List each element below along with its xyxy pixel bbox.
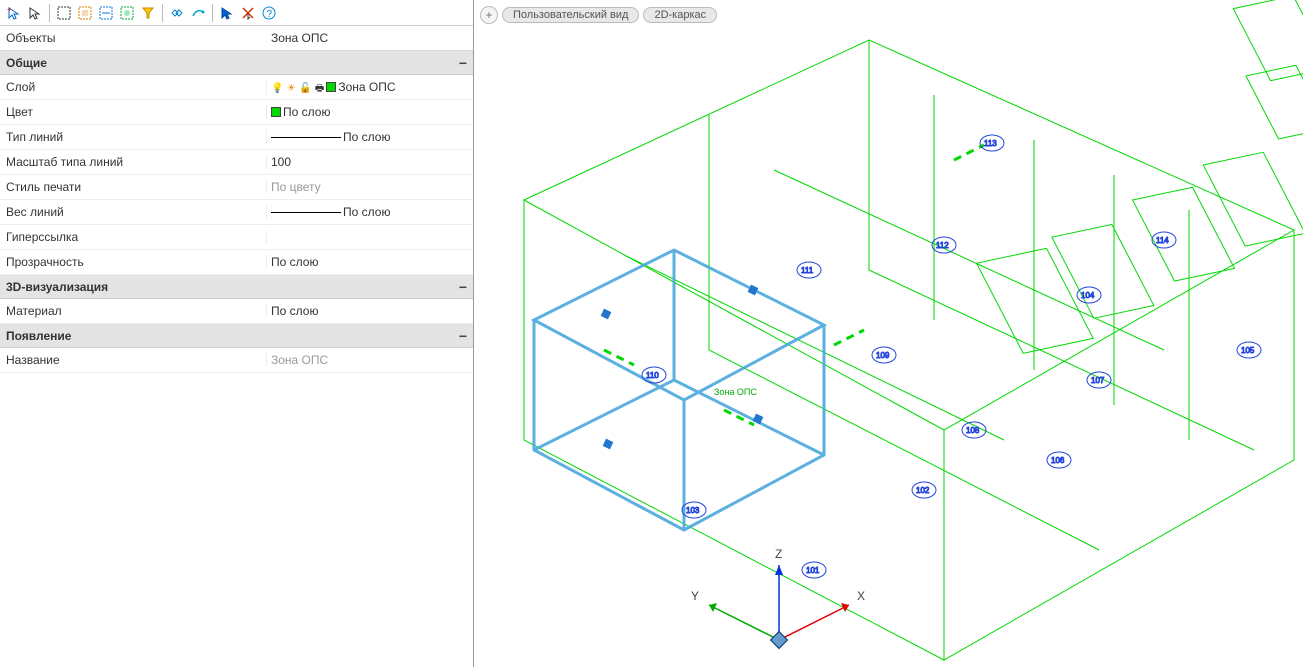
svg-text:112: 112 — [936, 241, 949, 250]
lineweight-text: По слою — [343, 205, 390, 219]
transparency-value[interactable]: По слою — [267, 255, 473, 269]
view-tabs: + Пользовательский вид 2D-каркас — [480, 6, 717, 24]
section-appearance[interactable]: Появление − — [0, 324, 473, 348]
material-label: Материал — [0, 304, 267, 318]
svg-text:113: 113 — [984, 139, 997, 148]
color-label: Цвет — [0, 105, 267, 119]
axis-gizmo: X Y Z — [691, 547, 865, 648]
color-value[interactable]: По слою — [267, 105, 473, 119]
arrow-select-icon[interactable] — [217, 3, 237, 23]
filter-icon[interactable] — [138, 3, 158, 23]
linetype-value[interactable]: По слою — [267, 130, 473, 144]
marquee3-icon[interactable] — [96, 3, 116, 23]
help-icon[interactable]: ? — [259, 3, 279, 23]
selection-toolbar: + ? — [0, 0, 473, 26]
svg-text:Y: Y — [691, 589, 699, 603]
section-viz3d[interactable]: 3D-визуализация − — [0, 275, 473, 299]
objects-value[interactable]: Зона ОПС — [267, 31, 473, 45]
separator — [212, 4, 213, 22]
select-icon[interactable] — [25, 3, 45, 23]
add-select-icon[interactable]: + — [4, 3, 24, 23]
section-general-title: Общие — [6, 56, 47, 70]
svg-text:114: 114 — [1156, 236, 1169, 245]
layer-value[interactable]: 💡 ☀ 🔓 🖶 Зона ОПС — [267, 80, 473, 94]
lineweight-label: Вес линий — [0, 205, 267, 219]
lock-icon: 🔓 — [299, 83, 311, 94]
row-name: Название Зона ОПС — [0, 348, 473, 373]
row-linetype: Тип линий По слою — [0, 125, 473, 150]
sun-icon: ☀ — [287, 83, 296, 94]
hyperlink-label: Гиперссылка — [0, 230, 267, 244]
viewport-3d[interactable]: + Пользовательский вид 2D-каркас — [474, 0, 1303, 667]
svg-text:105: 105 — [1241, 346, 1255, 355]
svg-text:106: 106 — [1051, 456, 1065, 465]
brush-select-icon[interactable] — [188, 3, 208, 23]
svg-text:108: 108 — [966, 426, 980, 435]
svg-text:Z: Z — [775, 547, 782, 561]
bulb-icon: 💡 — [271, 83, 283, 94]
row-transparency: Прозрачность По слою — [0, 250, 473, 275]
lineweight-value[interactable]: По слою — [267, 205, 473, 219]
linetype-label: Тип линий — [0, 130, 267, 144]
tab-wireframe[interactable]: 2D-каркас — [643, 7, 717, 23]
svg-text:?: ? — [267, 9, 273, 20]
color-text: По слою — [283, 105, 330, 119]
marquee1-icon[interactable] — [54, 3, 74, 23]
linescale-value[interactable]: 100 — [267, 155, 473, 169]
row-hyperlink: Гиперссылка — [0, 225, 473, 250]
row-layer: Слой 💡 ☀ 🔓 🖶 Зона ОПС — [0, 75, 473, 100]
material-value[interactable]: По слою — [267, 304, 473, 318]
linescale-label: Масштаб типа линий — [0, 155, 267, 169]
svg-text:109: 109 — [876, 351, 890, 360]
x-select-icon[interactable] — [238, 3, 258, 23]
svg-text:110: 110 — [646, 371, 659, 380]
objects-row: Объекты Зона ОПС — [0, 26, 473, 51]
row-printstyle: Стиль печати По цвету — [0, 175, 473, 200]
color-swatch-icon — [271, 107, 281, 117]
layer-label: Слой — [0, 80, 267, 94]
objects-label: Объекты — [0, 31, 267, 45]
layer-color-icon — [326, 82, 336, 92]
zone-label: Зона ОПС — [714, 387, 757, 397]
printstyle-label: Стиль печати — [0, 180, 267, 194]
svg-text:107: 107 — [1091, 376, 1105, 385]
marquee2-icon[interactable] — [75, 3, 95, 23]
tab-custom-view[interactable]: Пользовательский вид — [502, 7, 639, 23]
separator — [49, 4, 50, 22]
name-value[interactable]: Зона ОПС — [267, 353, 473, 367]
section-appearance-title: Появление — [6, 329, 71, 343]
marquee4-icon[interactable] — [117, 3, 137, 23]
section-general[interactable]: Общие − — [0, 51, 473, 75]
link-select-icon[interactable] — [167, 3, 187, 23]
linetype-text: По слою — [343, 130, 390, 144]
svg-text:+: + — [7, 6, 12, 14]
add-view-button[interactable]: + — [480, 6, 498, 24]
svg-text:103: 103 — [686, 506, 700, 515]
row-linescale: Масштаб типа линий 100 — [0, 150, 473, 175]
name-label: Название — [0, 353, 267, 367]
row-material: Материал По слою — [0, 299, 473, 324]
collapse-icon[interactable]: − — [459, 55, 467, 71]
section-viz3d-title: 3D-визуализация — [6, 280, 108, 294]
svg-text:X: X — [857, 589, 865, 603]
svg-text:104: 104 — [1081, 291, 1095, 300]
line-sample-icon — [271, 212, 341, 213]
row-lineweight: Вес линий По слою — [0, 200, 473, 225]
scene-svg: Зона ОПС 110 111 112 113 114 104 109 108… — [474, 0, 1303, 667]
properties-panel: + ? Объекты Зона ОПС Общие − Слой 💡 ☀ 🔓 … — [0, 0, 474, 667]
row-color: Цвет По слою — [0, 100, 473, 125]
transparency-label: Прозрачность — [0, 255, 267, 269]
printstyle-value[interactable]: По цвету — [267, 180, 473, 194]
separator — [162, 4, 163, 22]
print-icon: 🖶 — [315, 83, 324, 94]
svg-text:111: 111 — [801, 266, 814, 275]
collapse-icon[interactable]: − — [459, 328, 467, 344]
collapse-icon[interactable]: − — [459, 279, 467, 295]
layer-name: Зона ОПС — [338, 80, 395, 94]
line-sample-icon — [271, 137, 341, 138]
svg-text:102: 102 — [916, 486, 930, 495]
svg-text:101: 101 — [806, 566, 820, 575]
